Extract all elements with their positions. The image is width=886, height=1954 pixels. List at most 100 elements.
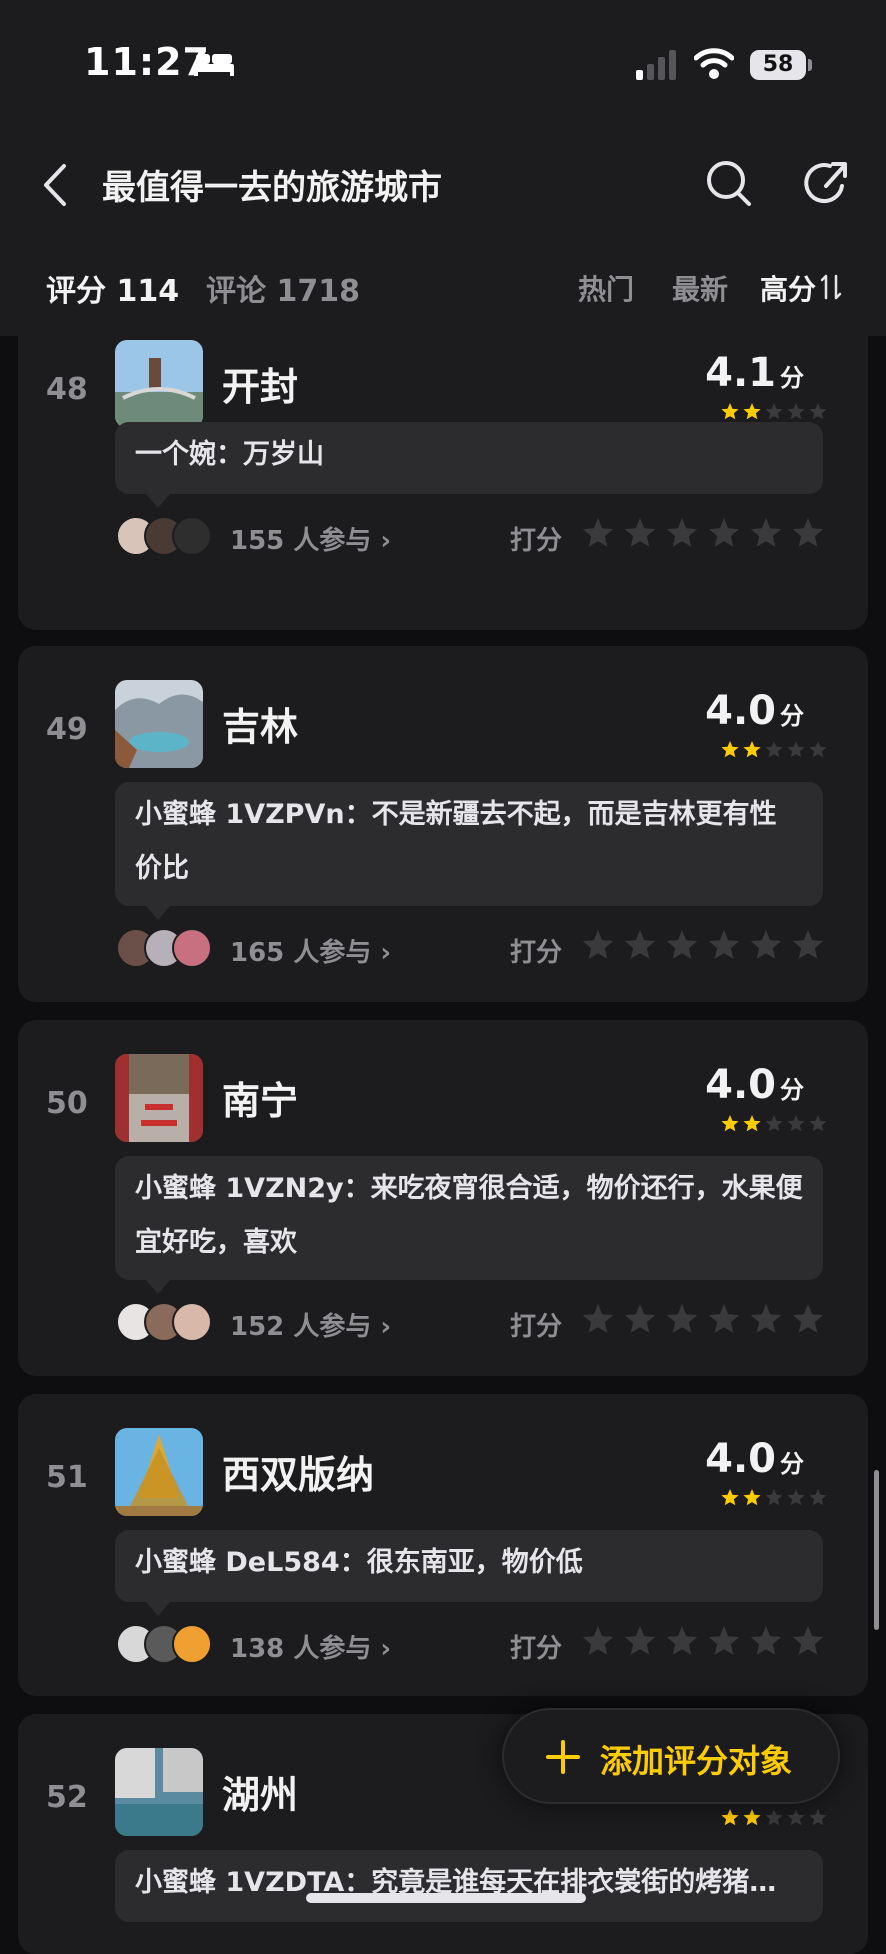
city-thumbnail xyxy=(115,680,203,768)
rate-star-icon[interactable] xyxy=(750,930,782,959)
city-name[interactable]: 开封 xyxy=(222,356,298,411)
participant-avatars[interactable] xyxy=(116,516,226,556)
comment-tail xyxy=(146,1280,170,1294)
comment-tail xyxy=(146,494,170,508)
half-star-icon[interactable] xyxy=(582,518,614,547)
rate-stars-input[interactable] xyxy=(580,1302,840,1338)
rate-star-icon[interactable] xyxy=(750,1626,782,1655)
back-icon[interactable] xyxy=(36,160,76,210)
score-unit: 分 xyxy=(780,364,804,392)
city-name[interactable]: 南宁 xyxy=(222,1070,298,1125)
city-name[interactable]: 湖州 xyxy=(222,1764,298,1819)
rate-stars-input[interactable] xyxy=(580,928,840,964)
list-item[interactable]: 49 吉林 4.0 分 小蜜蜂 1VZPVn：不是新疆去不起，而是吉林更有性价比 … xyxy=(18,646,868,1002)
tab-comments[interactable]: 评论 1718 xyxy=(206,266,360,310)
rank-number: 50 xyxy=(46,1086,88,1121)
filled-star-icon xyxy=(721,741,739,758)
top-comment[interactable]: 小蜜蜂 DeL584：很东南亚，物价低 xyxy=(115,1530,823,1602)
rank-number: 52 xyxy=(46,1780,88,1815)
participant-avatars[interactable] xyxy=(116,928,226,968)
rate-star-icon[interactable] xyxy=(750,1304,782,1333)
sort-high-score-button[interactable]: 高分 xyxy=(760,268,816,308)
rate-star-icon[interactable] xyxy=(750,518,782,547)
navigation-bar: 最值得一去的旅游城市 xyxy=(0,130,886,240)
rate-label: 打分 xyxy=(510,1634,563,1664)
empty-star-icon xyxy=(787,1809,805,1826)
avatar xyxy=(172,1302,212,1342)
battery-indicator: 58 xyxy=(750,50,806,80)
mini-star-rating xyxy=(721,741,827,758)
rate-star-icon[interactable] xyxy=(666,518,698,547)
empty-star-icon xyxy=(809,741,827,758)
status-bar: 11:27 58 xyxy=(0,0,886,130)
rate-star-icon[interactable] xyxy=(792,1304,824,1333)
filled-star-icon xyxy=(743,1115,761,1132)
city-name[interactable]: 西双版纳 xyxy=(222,1444,374,1499)
mini-star-rating xyxy=(721,1489,827,1506)
rate-star-icon[interactable] xyxy=(666,930,698,959)
rate-star-icon[interactable] xyxy=(624,518,656,547)
rate-label: 打分 xyxy=(510,1312,563,1342)
rate-stars-input[interactable] xyxy=(580,1624,840,1660)
rate-star-icon[interactable] xyxy=(792,518,824,547)
rate-star-icon[interactable] xyxy=(666,1626,698,1655)
scrollbar[interactable] xyxy=(874,1470,879,1630)
list-item[interactable]: 51 西双版纳 4.0 分 小蜜蜂 DeL584：很东南亚，物价低 138 人参与… xyxy=(18,1394,868,1696)
score-value: 4.0 xyxy=(705,1436,776,1482)
participant-avatars[interactable] xyxy=(116,1302,226,1342)
top-comment[interactable]: 一个婉：万岁山 xyxy=(115,422,823,494)
rate-star-icon[interactable] xyxy=(708,1626,740,1655)
avatar xyxy=(172,928,212,968)
cellular-signal-icon xyxy=(636,50,676,80)
rank-number: 48 xyxy=(46,372,88,407)
participant-avatars[interactable] xyxy=(116,1624,226,1664)
status-time: 11:27 xyxy=(84,40,210,84)
avatar xyxy=(172,1624,212,1664)
average-score: 4.0 分 xyxy=(705,688,804,734)
home-indicator[interactable] xyxy=(306,1893,586,1903)
rate-label: 打分 xyxy=(510,526,563,556)
rate-star-icon[interactable] xyxy=(708,1304,740,1333)
rate-star-icon[interactable] xyxy=(624,930,656,959)
participants-link[interactable]: 152 人参与 › xyxy=(230,1306,391,1343)
empty-star-icon xyxy=(765,1489,783,1506)
city-name[interactable]: 吉林 xyxy=(222,696,298,751)
score-value: 4.0 xyxy=(705,688,776,734)
participants-link[interactable]: 155 人参与 › xyxy=(230,520,391,557)
list-item[interactable]: 48 开封 4.1 分 一个婉：万岁山 155 人参与 › 打分 xyxy=(18,316,868,630)
sort-new-button[interactable]: 最新 xyxy=(672,268,728,308)
comment-tail xyxy=(146,1602,170,1616)
list-item[interactable]: 50 南宁 4.0 分 小蜜蜂 1VZN2y：来吃夜宵很合适，物价还行，水果便宜好… xyxy=(18,1020,868,1376)
sort-hot-button[interactable]: 热门 xyxy=(578,268,634,308)
participants-link[interactable]: 138 人参与 › xyxy=(230,1628,391,1665)
rate-star-icon[interactable] xyxy=(708,930,740,959)
participants-link[interactable]: 165 人参与 › xyxy=(230,932,391,969)
rate-star-icon[interactable] xyxy=(792,1626,824,1655)
empty-star-icon xyxy=(765,1809,783,1826)
rate-star-icon[interactable] xyxy=(708,518,740,547)
share-icon[interactable] xyxy=(800,156,852,210)
search-icon[interactable] xyxy=(704,156,754,210)
average-score: 4.0 分 xyxy=(705,1062,804,1108)
score-value: 4.0 xyxy=(705,1062,776,1108)
top-comment[interactable]: 小蜜蜂 1VZN2y：来吃夜宵很合适，物价还行，水果便宜好吃，喜欢 xyxy=(115,1156,823,1280)
rate-star-icon[interactable] xyxy=(666,1304,698,1333)
sleep-focus-icon xyxy=(194,54,234,76)
rate-star-icon[interactable] xyxy=(624,1304,656,1333)
empty-star-icon xyxy=(787,1489,805,1506)
add-rating-target-button[interactable]: 添加评分对象 xyxy=(502,1708,840,1804)
top-comment[interactable]: 小蜜蜂 1VZPVn：不是新疆去不起，而是吉林更有性价比 xyxy=(115,782,823,906)
half-star-icon[interactable] xyxy=(582,930,614,959)
rate-star-icon[interactable] xyxy=(792,930,824,959)
rate-star-icon[interactable] xyxy=(624,1626,656,1655)
half-star-icon[interactable] xyxy=(582,1626,614,1655)
half-star-icon[interactable] xyxy=(582,1304,614,1333)
filled-star-icon xyxy=(721,403,739,420)
top-comment[interactable]: 小蜜蜂 1VZDTA：究竟是谁每天在排衣裳街的烤猪… xyxy=(115,1850,823,1922)
sort-order-icon[interactable] xyxy=(820,274,842,300)
mini-star-rating xyxy=(721,1115,827,1132)
average-score: 4.0 分 xyxy=(705,1436,804,1482)
tab-rating[interactable]: 评分 114 xyxy=(46,266,179,310)
empty-star-icon xyxy=(765,403,783,420)
rate-stars-input[interactable] xyxy=(580,516,840,552)
